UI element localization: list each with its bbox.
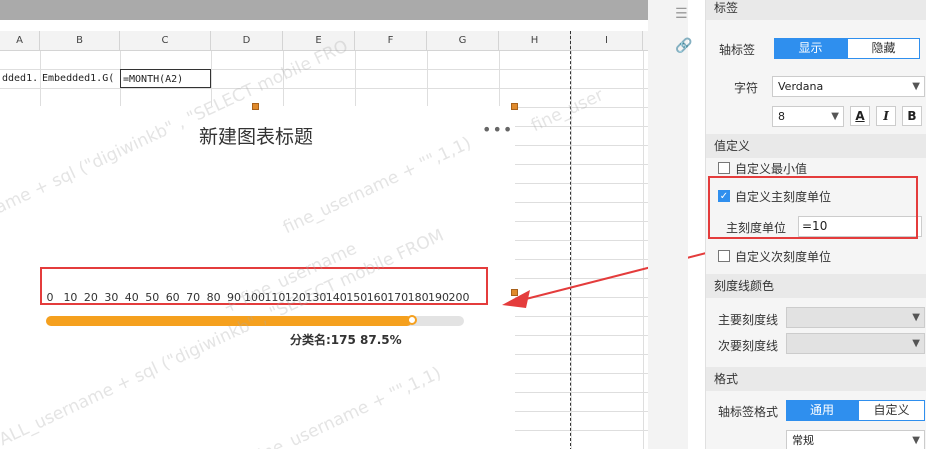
minor-tick-label: 次要刻度线 [718,339,779,353]
top-gray-bar [0,0,665,20]
axis-tick-label: 190 [428,291,450,304]
section-tick-color[interactable]: 刻度线颜色 [706,274,926,298]
format-type-select[interactable]: 常规 ▼ [786,430,925,449]
format-general-button[interactable]: 通用 [786,400,858,421]
minor-tick-color-select[interactable]: ▼ [786,333,925,354]
chevron-down-icon: ▼ [912,435,920,446]
font-family-select[interactable]: Verdana ▼ [772,76,925,97]
chart-widget[interactable]: 新建图表标题 ••• 0 10 20 30 40 50 60 70 80 90 100 110 120 1… [0,103,518,449]
resize-handle-top-right[interactable] [511,103,518,110]
axis-label-format-label: 轴标签格式 [718,405,779,419]
axis-tick-label: 30 [104,291,119,304]
column-header-f[interactable]: F [355,31,427,51]
font-label: 字符 [734,81,759,95]
axis-tick-label: 70 [186,291,201,304]
custom-major-highlight-box [708,176,918,239]
column-header-a[interactable]: A [0,31,40,51]
axis-tick-label: 40 [124,291,139,304]
column-headers: A B C D E F G H I [0,31,665,51]
axis-tick-label: 90 [227,291,242,304]
gauge-track [46,315,464,326]
axis-tick-label: 80 [206,291,221,304]
custom-minor-checkbox[interactable] [718,250,730,262]
section-format[interactable]: 格式 [706,367,926,391]
gauge-fill [46,316,412,326]
format-custom-button[interactable]: 自定义 [858,400,925,421]
axis-tick-label: 150 [346,291,368,304]
gauge-category-label: 分类名:175 87.5% [290,333,402,347]
column-header-e[interactable]: E [283,31,355,51]
axis-tick-label: 200 [448,291,470,304]
axis-tick-label: 170 [387,291,409,304]
chevron-down-icon: ▼ [831,111,839,122]
italic-button[interactable]: I [876,106,896,126]
font-size-select[interactable]: 8 ▼ [772,106,844,127]
axis-tick-label: 110 [264,291,286,304]
axis-tick-label: 120 [284,291,306,304]
section-label[interactable]: 标签 [706,0,926,20]
axis-tick-label: 50 [145,291,160,304]
side-toolbar [648,0,688,449]
custom-minor-label: 自定义次刻度单位 [735,250,832,264]
cell-a2[interactable]: dded1. [0,69,40,88]
axis-tick-label: 10 [63,291,78,304]
axis-tick-label: 160 [366,291,388,304]
major-tick-color-select[interactable]: ▼ [786,307,925,328]
gauge-knob [406,315,417,325]
axis-label-show-button[interactable]: 显示 [774,38,847,59]
axis-tick-label: 100 [244,291,265,304]
chevron-down-icon: ▼ [912,81,920,92]
chevron-down-icon: ▼ [912,312,920,323]
chevron-down-icon: ▼ [912,338,920,349]
layout-icon[interactable]: ☰ [675,6,688,22]
axis-tick-label: 20 [83,291,98,304]
annotation-arrow [502,249,719,308]
ellipsis-icon[interactable]: ••• [482,120,513,139]
column-header-d[interactable]: D [211,31,283,51]
column-header-c[interactable]: C [120,31,211,51]
app-root: A B C D E F G H I dded1. Embedded1.G(=M… [0,0,926,449]
cell-c2[interactable]: =MONTH(A2) [120,69,211,88]
axis-tick-label: 60 [165,291,180,304]
custom-min-checkbox[interactable] [718,162,730,174]
section-value-def[interactable]: 值定义 [706,134,926,158]
chart-title[interactable]: 新建图表标题 [0,122,512,149]
custom-min-label: 自定义最小值 [735,162,808,176]
bold-button[interactable]: B [902,106,922,126]
cell-b2[interactable]: Embedded1.G( [40,69,120,88]
column-header-g[interactable]: G [427,31,499,51]
font-color-button[interactable]: A [850,106,870,126]
link-icon[interactable]: 🔗 [675,38,692,54]
axis-tick-label: 180 [407,291,429,304]
axis-tick-label: 140 [325,291,347,304]
column-header-b[interactable]: B [40,31,120,51]
column-header-i[interactable]: I [571,31,643,51]
axis-label-hide-button[interactable]: 隐藏 [847,38,920,59]
resize-handle-top[interactable] [252,103,259,110]
major-tick-label: 主要刻度线 [718,313,779,327]
axis-label-label: 轴标签 [719,43,756,57]
axis-tick-label: 130 [305,291,327,304]
column-header-h[interactable]: H [499,31,571,51]
axis-tick-label: 0 [46,291,54,304]
